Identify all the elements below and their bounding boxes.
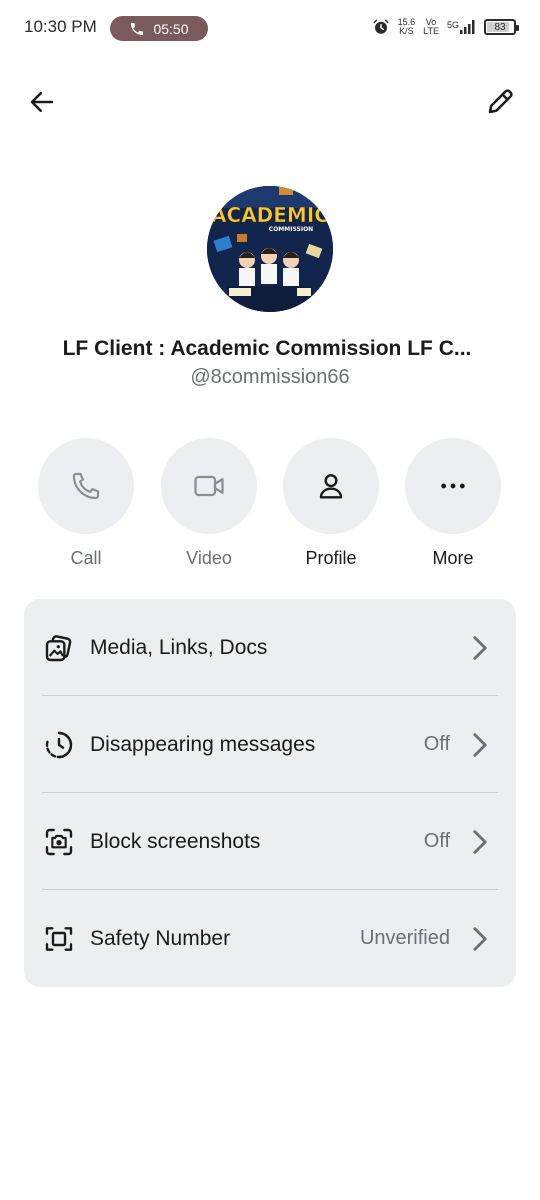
more-dots-icon xyxy=(441,483,465,489)
alarm-icon xyxy=(373,19,389,34)
disappearing-messages-label: Disappearing messages xyxy=(90,732,316,756)
profile-label: Profile xyxy=(305,548,357,568)
more-button[interactable]: More xyxy=(405,438,501,569)
block-screenshots-row[interactable]: Block screenshots Off xyxy=(24,793,516,890)
status-bar: 10:30 PM 05:50 15.6 K/S Vo LTE 5G 83 xyxy=(0,0,540,56)
timer-icon xyxy=(45,731,73,758)
status-icons: 15.6 K/S Vo LTE 5G 83 xyxy=(372,18,519,36)
screenshot-camera-icon xyxy=(45,828,73,855)
call-button[interactable]: Call xyxy=(38,438,134,569)
avatar-subtitle-text: COMMISSION xyxy=(269,226,313,233)
ongoing-call-pill[interactable]: 05:50 xyxy=(110,16,208,41)
status-time: 10:30 PM xyxy=(24,17,97,36)
edit-button[interactable] xyxy=(482,84,518,120)
arrow-left-icon xyxy=(30,92,54,112)
video-label: Video xyxy=(186,548,232,568)
video-button[interactable]: Video xyxy=(161,438,257,569)
block-screenshots-label: Block screenshots xyxy=(90,829,261,853)
safety-number-row[interactable]: Safety Number Unverified xyxy=(24,890,516,987)
network-type: 5G xyxy=(446,20,459,30)
volte-bottom: LTE xyxy=(423,26,439,36)
disappearing-messages-row[interactable]: Disappearing messages Off xyxy=(24,696,516,793)
phone-icon xyxy=(72,472,100,500)
contact-avatar[interactable]: ACADEMIC COMMISSION xyxy=(207,186,333,312)
contact-name: LF Client : Academic Commission LF C... xyxy=(62,337,472,360)
battery-level: 83 xyxy=(494,21,506,33)
signal-indicator: 5G xyxy=(447,20,476,34)
safety-number-value: Unverified xyxy=(359,927,450,949)
safety-number-icon xyxy=(45,926,73,951)
call-label: Call xyxy=(70,548,102,568)
network-speed-unit: K/S xyxy=(399,26,414,36)
conversation-settings-card: Media, Links, Docs Disappearing messages… xyxy=(24,599,516,987)
call-timer: 05:50 xyxy=(153,20,189,37)
volte-indicator: Vo LTE xyxy=(423,18,439,36)
media-links-docs-row[interactable]: Media, Links, Docs xyxy=(24,599,516,696)
network-speed: 15.6 K/S xyxy=(398,18,416,36)
contact-username: @8commission66 xyxy=(190,366,350,388)
pencil-icon xyxy=(488,89,513,114)
media-links-docs-label: Media, Links, Docs xyxy=(90,635,268,659)
chevron-right-icon xyxy=(473,926,487,951)
chevron-right-icon xyxy=(473,635,487,660)
avatar-title-text: ACADEMIC xyxy=(211,203,329,227)
person-icon xyxy=(319,474,343,499)
chevron-right-icon xyxy=(473,829,487,854)
video-camera-icon xyxy=(194,475,224,497)
back-button[interactable] xyxy=(24,84,60,120)
avatar-image: ACADEMIC COMMISSION xyxy=(207,186,333,312)
more-label: More xyxy=(432,548,474,568)
media-icon xyxy=(45,634,72,661)
safety-number-label: Safety Number xyxy=(90,926,231,950)
disappearing-messages-value: Off xyxy=(423,733,450,755)
phone-icon xyxy=(131,22,144,35)
battery-indicator: 83 xyxy=(484,19,519,35)
block-screenshots-value: Off xyxy=(423,830,450,852)
signal-icon xyxy=(460,20,475,34)
chevron-right-icon xyxy=(473,732,487,757)
profile-button[interactable]: Profile xyxy=(283,438,379,569)
